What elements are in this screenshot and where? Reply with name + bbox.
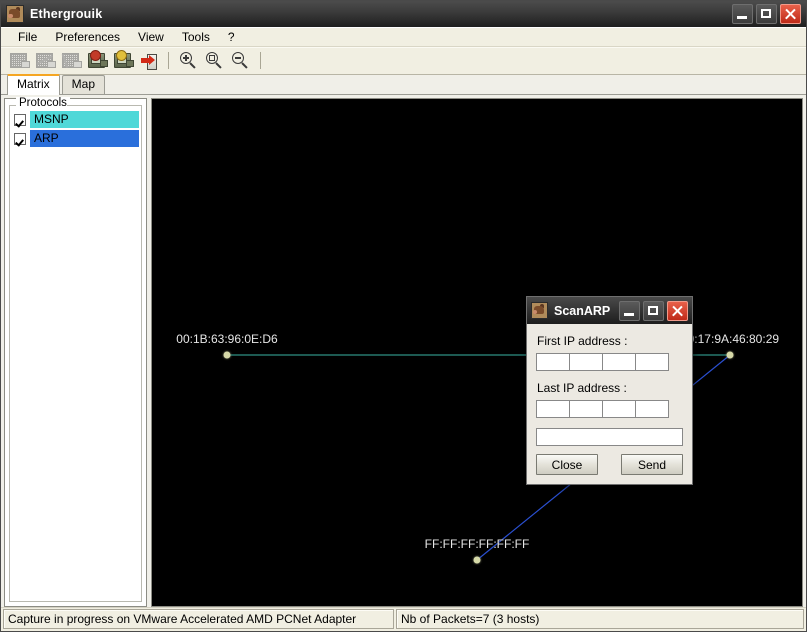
close-button[interactable]: [780, 4, 801, 24]
first-ip-label: First IP address :: [537, 334, 628, 348]
protocol-checkbox-arp[interactable]: [14, 132, 26, 145]
maximize-button[interactable]: [756, 4, 777, 24]
scanarp-title-bar: ScanARP: [527, 297, 692, 324]
scanarp-minimize-button[interactable]: [619, 300, 640, 321]
close-dialog-button[interactable]: Close: [536, 454, 598, 475]
graph-node[interactable]: [223, 351, 231, 359]
protocol-label-arp: ARP: [30, 130, 139, 147]
first-ip-octet-1[interactable]: [536, 353, 570, 371]
menu-bar: File Preferences View Tools ?: [1, 27, 806, 47]
protocol-label-msnp: MSNP: [30, 111, 139, 128]
application-window: Ethergrouik File Preferences View Tools …: [0, 0, 807, 632]
app-boar-icon: [6, 5, 24, 23]
tab-matrix[interactable]: Matrix: [7, 74, 60, 95]
scanarp-dialog: ScanARP First IP address : Last IP addre…: [526, 296, 693, 485]
scanarp-title: ScanARP: [554, 303, 611, 318]
scanarp-close-button[interactable]: [667, 300, 688, 321]
capture-status: Capture in progress on VMware Accelerate…: [3, 609, 394, 629]
matrix-canvas[interactable]: 00:1B:63:96:0E:D6 00:17:9A:46:80:29 FF:FF:…: [151, 98, 803, 607]
protocols-group: Protocols MSNP ARP: [9, 97, 142, 602]
graph-node-label: FF:FF:FF:FF:FF:FF: [424, 537, 530, 551]
graph-node[interactable]: [473, 556, 481, 564]
zoom-out-icon[interactable]: [229, 49, 252, 72]
menu-file[interactable]: File: [9, 29, 46, 45]
zoom-in-icon[interactable]: [177, 49, 200, 72]
last-ip-octet-4[interactable]: [635, 400, 669, 418]
save-matrix-icon[interactable]: [59, 49, 82, 72]
last-ip-octet-3[interactable]: [602, 400, 636, 418]
title-bar: Ethergrouik: [1, 1, 806, 27]
protocol-item-arp[interactable]: ARP: [12, 130, 139, 147]
toolbar: [1, 47, 806, 75]
new-matrix-icon[interactable]: [7, 49, 30, 72]
close-matrix-icon[interactable]: [33, 49, 56, 72]
tab-map[interactable]: Map: [61, 75, 106, 94]
graph-node-label: 00:1B:63:96:0E:D6: [176, 332, 278, 346]
minimize-button[interactable]: [732, 4, 753, 24]
last-ip-input-group: [536, 400, 683, 418]
last-ip-octet-2[interactable]: [569, 400, 603, 418]
window-title: Ethergrouik: [30, 7, 103, 21]
menu-tools[interactable]: Tools: [173, 29, 219, 45]
menu-preferences[interactable]: Preferences: [46, 29, 129, 45]
menu-view[interactable]: View: [129, 29, 173, 45]
protocol-checkbox-msnp[interactable]: [14, 113, 26, 126]
first-ip-octet-3[interactable]: [602, 353, 636, 371]
zoom-fit-icon[interactable]: [203, 49, 226, 72]
first-ip-input-group: [536, 353, 683, 371]
graph-node-label: 00:17:9A:46:80:29: [680, 332, 780, 346]
scanarp-maximize-button[interactable]: [643, 300, 664, 321]
tab-strip: Matrix Map: [1, 74, 806, 95]
send-button[interactable]: Send: [621, 454, 683, 475]
scanarp-button-row: Close Send: [536, 454, 683, 475]
window-controls: [732, 4, 801, 24]
menu-help[interactable]: ?: [219, 29, 244, 45]
protocol-list: MSNP ARP: [12, 111, 139, 149]
scanarp-boar-icon: [531, 302, 548, 319]
packet-count-status: Nb of Packets=7 (3 hosts): [396, 609, 804, 629]
graph-edges: [227, 354, 731, 561]
last-ip-octet-1[interactable]: [536, 400, 570, 418]
toolbar-separator-2: [260, 52, 261, 69]
toolbar-separator-1: [168, 52, 169, 69]
stop-capture-icon[interactable]: [111, 49, 134, 72]
content-area: Protocols MSNP ARP 00:1B:63:96:0E:D6 00:1…: [1, 95, 806, 607]
first-ip-octet-4[interactable]: [635, 353, 669, 371]
last-ip-label: Last IP address :: [537, 381, 627, 395]
scanarp-window-controls: [619, 300, 688, 321]
scanarp-status-input[interactable]: [536, 428, 683, 446]
protocols-panel: Protocols MSNP ARP: [4, 97, 147, 607]
protocol-item-msnp[interactable]: MSNP: [12, 111, 139, 128]
protocols-group-label: Protocols: [16, 97, 70, 109]
status-bar: Capture in progress on VMware Accelerate…: [1, 607, 806, 631]
exit-icon[interactable]: [137, 49, 160, 72]
first-ip-octet-2[interactable]: [569, 353, 603, 371]
scanarp-body: First IP address : Last IP address : Clo…: [527, 324, 692, 484]
graph-node[interactable]: [726, 351, 734, 359]
start-capture-icon[interactable]: [85, 49, 108, 72]
